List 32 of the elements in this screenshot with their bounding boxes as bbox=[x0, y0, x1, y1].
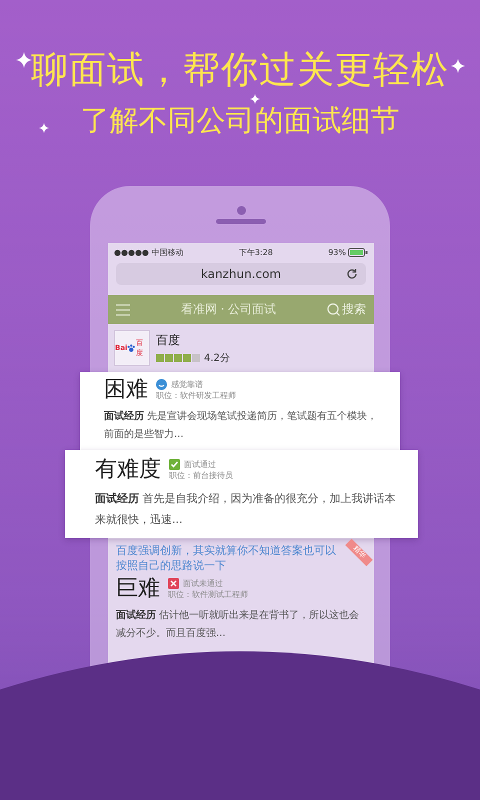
review-excerpt: 面试经历 首先是自我介绍，因为准备的很充分，加上我讲话本来就很快，迅速... bbox=[95, 491, 396, 528]
review-excerpt: 面试经历 先是宣讲会现场笔试投递简历，笔试题有五个模块，前面的是些智力... bbox=[104, 410, 378, 442]
company-name: 百度 bbox=[156, 332, 181, 348]
sparkle-icon bbox=[250, 94, 260, 104]
review-excerpt: 面试经历 估计他一听就听出来是在背书了，所以这也会减分不少。而且百度强... bbox=[116, 608, 360, 641]
headline: 聊面试，帮你过关更轻松 bbox=[31, 47, 449, 93]
review-title: 百度强调创新，其实就算你不知道答案也可以按照自己的思路说一下 bbox=[116, 543, 337, 573]
result-label: 感觉靠谱 bbox=[171, 379, 203, 390]
result-label: 面试未通过 bbox=[183, 578, 223, 589]
position-label: 职位：软件研发工程师 bbox=[156, 390, 236, 401]
difficulty-label: 困难 bbox=[104, 376, 148, 404]
url-text: kanzhun.com bbox=[200, 267, 282, 281]
result-label: 面试通过 bbox=[184, 459, 216, 470]
difficulty-label: 有难度 bbox=[95, 456, 161, 484]
camera-dot bbox=[236, 206, 246, 214]
sparkle-icon bbox=[39, 123, 49, 133]
subheadline: 了解不同公司的面试细节 bbox=[80, 102, 400, 139]
rating-score: 4.2分 bbox=[204, 352, 230, 364]
sparkle-icon bbox=[451, 59, 465, 73]
search-icon bbox=[326, 303, 340, 316]
speaker-slot bbox=[216, 218, 266, 224]
position-label: 职位：软件测试工程师 bbox=[168, 589, 248, 600]
sparkle-icon bbox=[16, 52, 32, 68]
battery-percent: 93% bbox=[328, 248, 346, 256]
status-time: 下午3:28 bbox=[238, 246, 273, 258]
difficulty-label: 巨难 bbox=[116, 575, 160, 603]
address-bar[interactable]: kanzhun.com bbox=[116, 263, 366, 285]
nav-title: 看准网 · 公司面试 bbox=[180, 301, 276, 318]
position-label: 职位：前台接待员 bbox=[169, 470, 233, 481]
battery-icon bbox=[348, 248, 368, 256]
reload-icon[interactable] bbox=[346, 268, 358, 280]
carrier-label: ●●●●● 中国移动 bbox=[114, 246, 184, 258]
